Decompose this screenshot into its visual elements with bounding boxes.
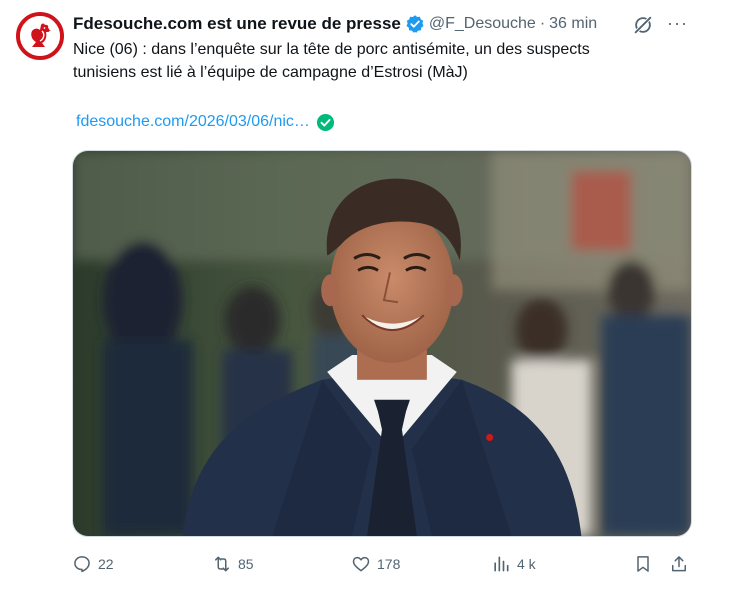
reply-button[interactable]: 22 bbox=[72, 552, 114, 576]
views-button[interactable]: 4 k bbox=[491, 552, 536, 576]
heart-icon bbox=[352, 556, 370, 572]
tweet-text-line: Nice (06) : dans l’enquête sur la tête d… bbox=[73, 41, 590, 58]
bookmark-button[interactable] bbox=[633, 552, 653, 576]
tweet-link[interactable]: fdesouche.com/2026/03/06/nic… bbox=[76, 113, 310, 131]
timestamp[interactable]: 36 min bbox=[549, 15, 597, 33]
share-button[interactable] bbox=[669, 552, 689, 576]
more-options-icon[interactable]: ··· bbox=[667, 13, 688, 34]
retweet-icon bbox=[215, 556, 229, 572]
author-name[interactable]: Fdesouche.com est une revue de presse bbox=[73, 14, 401, 34]
tweet-header: Fdesouche.com est une revue de presse @F… bbox=[73, 12, 710, 36]
author-handle[interactable]: @F_Desouche bbox=[429, 15, 536, 33]
tweet-media-photo[interactable] bbox=[72, 150, 692, 537]
like-count: 178 bbox=[377, 556, 401, 572]
view-count: 4 k bbox=[517, 556, 536, 572]
rooster-logo-icon bbox=[20, 16, 60, 56]
bookmark-icon bbox=[637, 556, 649, 572]
tweet[interactable]: Fdesouche.com est une revue de presse @F… bbox=[0, 0, 730, 594]
tweet-text-line: tunisiens est lié à l’équipe de campagne… bbox=[73, 64, 468, 81]
reply-count: 22 bbox=[98, 556, 114, 572]
check-circle-icon bbox=[316, 113, 334, 131]
like-button[interactable]: 178 bbox=[351, 552, 400, 576]
retweet-count: 85 bbox=[238, 556, 254, 572]
verified-badge-icon bbox=[406, 15, 424, 33]
share-icon bbox=[672, 556, 686, 572]
avatar[interactable] bbox=[16, 12, 64, 60]
retweet-button[interactable]: 85 bbox=[212, 552, 254, 576]
analytics-bar-icon bbox=[494, 556, 509, 572]
reply-icon bbox=[74, 556, 90, 573]
separator-dot: · bbox=[539, 15, 546, 32]
tweet-link-row: fdesouche.com/2026/03/06/nic… bbox=[76, 111, 335, 133]
tweet-text: Nice (06) : dans l’enquête sur la tête d… bbox=[73, 38, 693, 84]
tweet-actions: 22 85 178 4 k bbox=[70, 552, 694, 576]
grok-icon[interactable] bbox=[632, 14, 654, 36]
photo-image bbox=[73, 151, 691, 536]
